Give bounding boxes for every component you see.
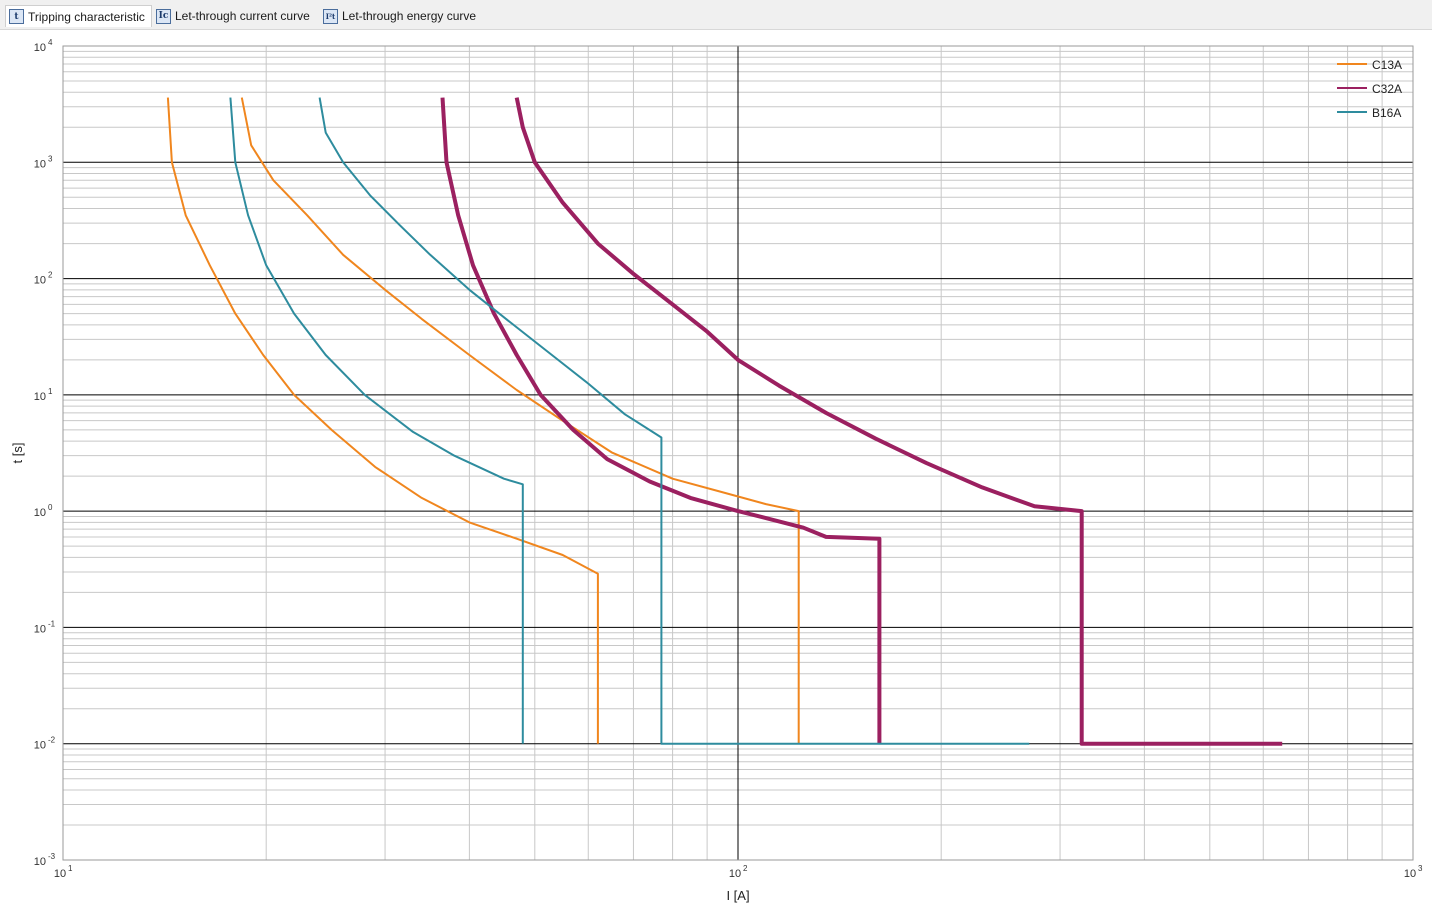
x-tick-base: 10 (729, 868, 741, 880)
y-tick-exponent: 4 (48, 38, 53, 47)
x-axis-ticks: 10 1 10 2 10 3 (54, 864, 1423, 880)
y-tick-exponent: -2 (48, 736, 56, 745)
tripping-characteristic-icon: t (9, 9, 24, 24)
tab-let-through-current[interactable]: Ic Let-through current curve (153, 5, 316, 27)
y-tick-label: 10 -2 (34, 736, 56, 752)
x-tick-exponent: 2 (743, 864, 748, 873)
legend-item-B16A: B16A (1337, 106, 1401, 120)
y-tick-base: 10 (34, 507, 46, 519)
y-tick-base: 10 (34, 623, 46, 635)
x-tick-base: 10 (54, 868, 66, 880)
y-tick-base: 10 (34, 740, 46, 752)
y-tick-exponent: 1 (48, 387, 53, 396)
y-tick-base: 10 (34, 158, 46, 170)
legend-label: C32A (1372, 82, 1402, 96)
x-tick-label: 10 3 (1404, 864, 1423, 880)
y-tick-label: 10 -3 (34, 852, 56, 868)
let-through-energy-icon: I²t (323, 8, 338, 24)
legend: C13A C32A B16A (1337, 58, 1402, 120)
y-tick-label: 10 3 (34, 154, 53, 170)
y-tick-exponent: -1 (48, 619, 56, 628)
y-tick-label: 10 0 (34, 503, 53, 519)
y-tick-label: 10 2 (34, 271, 53, 287)
x-tick-label: 10 2 (729, 864, 748, 880)
y-tick-base: 10 (34, 856, 46, 868)
y-tick-label: 10 -1 (34, 619, 56, 635)
tab-tripping-characteristic[interactable]: t Tripping characteristic (5, 5, 152, 27)
legend-label: C13A (1372, 58, 1402, 72)
x-tick-label: 10 1 (54, 864, 73, 880)
y-tick-exponent: 3 (48, 154, 53, 163)
tab-label: Let-through energy curve (342, 9, 477, 23)
tripping-characteristic-chart: 10 410 310 210 110 010 -110 -210 -3 10 1 10 2 10 3 I … (10, 38, 1423, 903)
y-tick-base: 10 (34, 42, 46, 54)
y-tick-label: 10 4 (34, 38, 53, 54)
legend-item-C13A: C13A (1337, 58, 1402, 72)
let-through-current-icon: Ic (156, 8, 171, 24)
legend-label: B16A (1372, 106, 1401, 120)
y-tick-base: 10 (34, 275, 46, 287)
y-tick-exponent: 0 (48, 503, 53, 512)
legend-item-C32A: C32A (1337, 82, 1402, 96)
y-axis-label: t [s] (10, 443, 25, 464)
y-axis-ticks: 10 410 310 210 110 010 -110 -210 -3 (34, 38, 56, 868)
y-tick-exponent: -3 (48, 852, 56, 861)
x-tick-exponent: 3 (1418, 864, 1423, 873)
tab-label: Let-through current curve (175, 9, 310, 23)
x-axis-label: I [A] (726, 888, 749, 903)
x-tick-exponent: 1 (68, 864, 73, 873)
tab-bar: t Tripping characteristic Ic Let-through… (0, 0, 1432, 30)
y-tick-label: 10 1 (34, 387, 53, 403)
tab-let-through-energy[interactable]: I²t Let-through energy curve (320, 5, 482, 27)
tab-label: Tripping characteristic (28, 9, 145, 24)
y-tick-exponent: 2 (48, 271, 53, 280)
y-tick-base: 10 (34, 391, 46, 403)
x-tick-base: 10 (1404, 868, 1416, 880)
